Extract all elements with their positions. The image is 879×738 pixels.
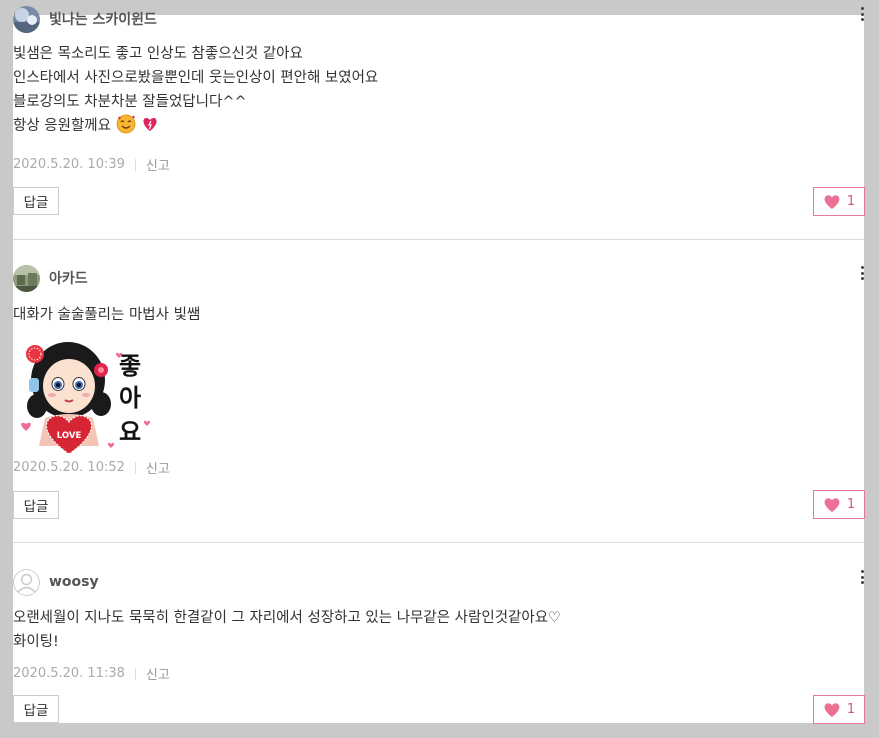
more-options-icon[interactable] — [859, 570, 865, 584]
more-options-icon[interactable] — [859, 7, 865, 21]
avatar[interactable] — [13, 568, 40, 596]
report-link[interactable]: 신고 — [146, 664, 170, 683]
like-button[interactable]: 1 — [813, 490, 865, 519]
meta-divider — [134, 158, 136, 171]
comment-divider — [13, 542, 865, 543]
heart-icon — [824, 497, 840, 512]
comment-item: 빛나는 스카이윈드 빛샘은 목소리도 좋고 인상도 참좋으신것 같아요 인스타에… — [13, 5, 865, 220]
sticker-heart-text: LOVE — [57, 431, 82, 441]
comment-item: woosy 오랜세월이 지나도 묵묵히 한결같이 그 자리에서 성장하고 있는 … — [13, 568, 865, 728]
heart-icon — [824, 702, 840, 717]
sticker-image: LOVE 좋 아 요 — [15, 336, 155, 456]
comment-date: 2020.5.20. 11:38 — [13, 666, 125, 681]
sparkling-heart-emoji-icon — [140, 114, 160, 142]
reply-button[interactable]: 답글 — [13, 695, 59, 723]
comment-header: 아카드 — [13, 264, 88, 292]
comment-text: 오랜세월이 지나도 묵묵히 한결같이 그 자리에서 성장하고 있는 나무같은 사… — [13, 606, 561, 654]
comment-meta: 2020.5.20. 10:52 신고 — [13, 458, 170, 477]
comment-line: 대화가 술술풀리는 마법사 빛쌤 — [13, 307, 201, 323]
comment-text: 대화가 술술풀리는 마법사 빛쌤 — [13, 303, 200, 327]
more-options-icon[interactable] — [859, 266, 865, 280]
report-link[interactable]: 신고 — [146, 458, 170, 477]
sticker-side-text: 좋 — [119, 352, 141, 380]
comment-line: 빛샘은 목소리도 좋고 인상도 참좋으신것 같아요 — [13, 46, 303, 62]
avatar[interactable] — [13, 264, 40, 292]
sticker-side-text: 요 — [119, 418, 141, 446]
report-link[interactable]: 신고 — [146, 155, 170, 174]
comment-line: 화이팅! — [13, 634, 59, 650]
heart-icon — [824, 194, 840, 209]
reply-button[interactable]: 답글 — [13, 187, 59, 215]
avatar[interactable] — [13, 5, 40, 33]
like-count: 1 — [846, 497, 856, 512]
comment-line: 블로강의도 차분차분 잘들었답니다^^ — [13, 94, 247, 110]
comment-header: woosy — [13, 568, 99, 596]
like-button[interactable]: 1 — [813, 695, 865, 724]
meta-divider — [134, 667, 136, 680]
comment-meta: 2020.5.20. 11:38 신고 — [13, 664, 170, 683]
comment-line-with-emoji: 항상 응원할께요 — [13, 114, 378, 142]
comment-header: 빛나는 스카이윈드 — [13, 5, 157, 33]
comment-meta: 2020.5.20. 10:39 신고 — [13, 155, 170, 174]
like-count: 1 — [846, 702, 856, 717]
meta-divider — [134, 461, 136, 474]
comment-line: 항상 응원할께요 — [13, 118, 111, 134]
comment-date: 2020.5.20. 10:39 — [13, 157, 125, 172]
author-name[interactable]: woosy — [49, 574, 99, 590]
author-name[interactable]: 아카드 — [49, 268, 88, 288]
smiling-face-hearts-emoji-icon — [116, 114, 136, 142]
author-name[interactable]: 빛나는 스카이윈드 — [49, 9, 157, 29]
comment-text: 빛샘은 목소리도 좋고 인상도 참좋으신것 같아요 인스타에서 사진으로봤을뿐인… — [13, 42, 378, 142]
comment-date: 2020.5.20. 10:52 — [13, 460, 125, 475]
comment-divider — [13, 239, 865, 240]
like-count: 1 — [846, 194, 856, 209]
comment-line: 인스타에서 사진으로봤을뿐인데 웃는인상이 편안해 보였어요 — [13, 70, 379, 86]
sticker-side-text: 아 — [119, 384, 141, 412]
comment-item: 아카드 대화가 술술풀리는 마법사 빛쌤 LOVE 좋 아 요 2020.5.2… — [13, 264, 865, 524]
comment-line: 오랜세월이 지나도 묵묵히 한결같이 그 자리에서 성장하고 있는 나무같은 사… — [13, 610, 562, 626]
reply-button[interactable]: 답글 — [13, 491, 59, 519]
like-button[interactable]: 1 — [813, 187, 865, 216]
